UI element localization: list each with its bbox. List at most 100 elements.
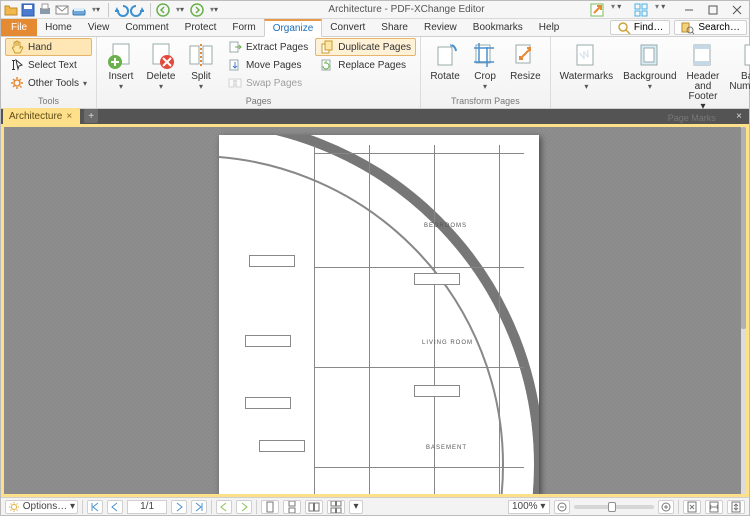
qat-dropdown-icon[interactable]: ▾	[88, 2, 104, 18]
tab-protect[interactable]: Protect	[177, 19, 225, 36]
back-dropdown-icon[interactable]: ▾	[172, 2, 188, 18]
tab-view[interactable]: View	[80, 19, 118, 36]
undo-icon[interactable]	[113, 2, 129, 18]
fit-page-button[interactable]	[683, 500, 701, 514]
title-extra: ▾ ▾	[589, 2, 671, 18]
save-icon[interactable]	[20, 2, 36, 18]
duplicate-pages-button[interactable]: Duplicate Pages	[315, 38, 416, 56]
scrollbar-thumb[interactable]	[741, 127, 746, 329]
email-icon[interactable]	[54, 2, 70, 18]
swap-icon	[228, 76, 242, 90]
minimize-button[interactable]	[677, 1, 701, 19]
ui-options-icon[interactable]	[633, 2, 649, 18]
extract-pages-button[interactable]: Extract Pages	[223, 38, 313, 56]
insert-pages-button[interactable]: Insert▾	[101, 38, 141, 93]
bates-label: Bates Numbering ▾	[729, 72, 750, 102]
layout-two-button[interactable]	[305, 500, 323, 514]
file-tab[interactable]: File	[1, 19, 37, 36]
crop-icon	[470, 41, 500, 71]
launch-app-icon[interactable]	[589, 2, 605, 18]
other-tools-button[interactable]: Other Tools ▾	[5, 74, 92, 92]
delete-pages-button[interactable]: Delete▾	[141, 38, 181, 93]
new-document-tab-button[interactable]: +	[84, 109, 98, 123]
bates-button[interactable]: # Bates Numbering ▾	[724, 38, 750, 103]
tab-bookmarks[interactable]: Bookmarks	[465, 19, 531, 36]
tab-form[interactable]: Form	[224, 19, 263, 36]
tab-home[interactable]: Home	[37, 19, 80, 36]
group-pages-label: Pages	[101, 96, 416, 108]
document-tab-label: Architecture	[9, 111, 62, 122]
forward-dropdown-icon[interactable]: ▾	[206, 2, 222, 18]
layout-single-button[interactable]	[261, 500, 279, 514]
background-icon	[635, 41, 665, 71]
background-button[interactable]: Background▾	[618, 38, 681, 93]
pdf-page[interactable]: BEDROOMS LIVING ROOM BASEMENT	[219, 135, 539, 495]
zoom-in-button[interactable]	[658, 500, 674, 514]
zoom-slider-knob[interactable]	[608, 502, 616, 512]
find-icon	[617, 21, 631, 35]
replace-pages-button[interactable]: Replace Pages	[315, 56, 416, 74]
prev-page-button[interactable]	[107, 500, 123, 514]
vertical-scrollbar[interactable]	[741, 127, 746, 494]
title-bar: ▾ ▾ ▾ Architecture - PDF-XChange Editor …	[1, 1, 749, 19]
crop-button[interactable]: Crop▾	[465, 38, 505, 93]
rotate-button[interactable]: Rotate	[425, 38, 465, 83]
room-label: LIVING ROOM	[422, 340, 473, 346]
tab-comment[interactable]: Comment	[117, 19, 176, 36]
tab-share[interactable]: Share	[373, 19, 416, 36]
watermarks-button[interactable]: W Watermarks▾	[555, 38, 619, 93]
layout-continuous-button[interactable]	[283, 500, 301, 514]
search-button[interactable]: Search…	[674, 20, 747, 35]
resize-button[interactable]: Resize	[505, 38, 546, 83]
split-pages-button[interactable]: Split▾	[181, 38, 221, 93]
next-page-button[interactable]	[171, 500, 187, 514]
maximize-button[interactable]	[701, 1, 725, 19]
zoom-slider[interactable]	[574, 505, 654, 509]
last-page-button[interactable]	[191, 500, 207, 514]
tab-review[interactable]: Review	[416, 19, 465, 36]
find-button[interactable]: Find…	[610, 20, 670, 35]
ui-dropdown-icon[interactable]: ▾	[655, 2, 671, 18]
hand-tool-button[interactable]: Hand	[5, 38, 92, 56]
print-icon[interactable]	[37, 2, 53, 18]
select-text-label: Select Text	[28, 60, 77, 71]
zoom-field[interactable]: 100% ▾	[508, 500, 550, 514]
window-controls	[677, 1, 749, 19]
group-pagemarks-label: Page Marks	[555, 113, 750, 123]
first-page-button[interactable]	[87, 500, 103, 514]
select-text-button[interactable]: Select Text	[5, 56, 92, 74]
page-number-field[interactable]: 1/1	[127, 500, 167, 514]
header-footer-button[interactable]: Header and Footer ▾	[682, 38, 725, 113]
replace-label: Replace Pages	[338, 60, 406, 71]
zoom-out-button[interactable]	[554, 500, 570, 514]
launch-dropdown-icon[interactable]: ▾	[611, 2, 627, 18]
move-pages-button[interactable]: Move Pages	[223, 56, 313, 74]
document-tab[interactable]: Architecture ×	[3, 108, 80, 124]
move-label: Move Pages	[246, 60, 302, 71]
layout-more-button[interactable]: ▾	[349, 500, 363, 514]
scan-icon[interactable]	[71, 2, 87, 18]
prev-view-button[interactable]	[216, 500, 232, 514]
tab-help[interactable]: Help	[531, 19, 568, 36]
next-view-button[interactable]	[236, 500, 252, 514]
document-viewport[interactable]: BEDROOMS LIVING ROOM BASEMENT	[1, 127, 749, 497]
header-footer-label: Header and Footer ▾	[687, 72, 720, 112]
close-all-docs-button[interactable]: ×	[731, 108, 747, 124]
swap-pages-button[interactable]: Swap Pages	[223, 74, 313, 92]
redo-icon[interactable]	[130, 2, 146, 18]
group-pages: Insert▾ Delete▾ Split▾ Extract Pages Mov…	[97, 37, 421, 108]
forward-icon[interactable]	[189, 2, 205, 18]
tab-convert[interactable]: Convert	[322, 19, 373, 36]
resize-icon	[510, 41, 540, 71]
options-button[interactable]: Options… ▾	[5, 500, 78, 514]
fit-width-button[interactable]	[705, 500, 723, 514]
delete-icon	[146, 41, 176, 71]
layout-two-continuous-button[interactable]	[327, 500, 345, 514]
actual-size-button[interactable]	[727, 500, 745, 514]
document-tab-close-icon[interactable]: ×	[66, 111, 72, 122]
tab-organize[interactable]: Organize	[264, 19, 323, 37]
open-icon[interactable]	[3, 2, 19, 18]
quick-access-toolbar: ▾ ▾ ▾	[1, 2, 224, 18]
close-button[interactable]	[725, 1, 749, 19]
back-icon[interactable]	[155, 2, 171, 18]
